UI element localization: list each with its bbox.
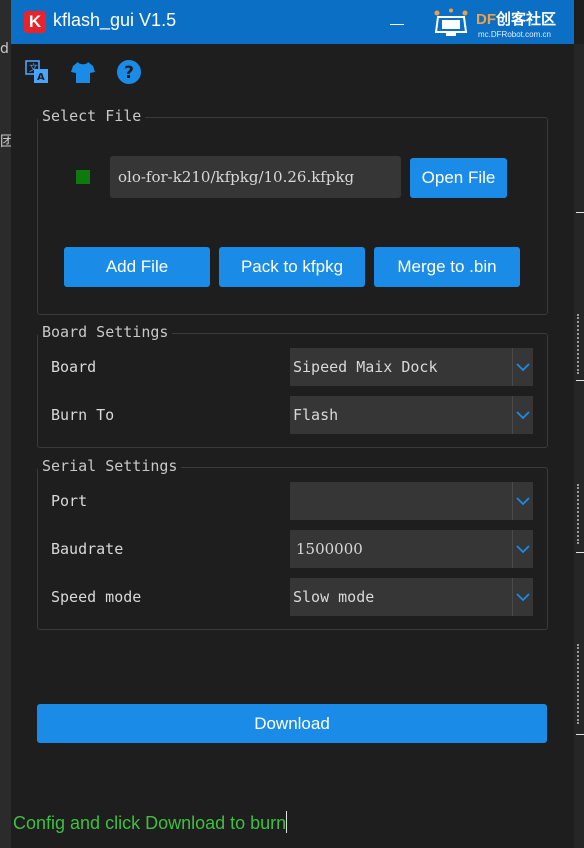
baudrate-select-value: 1500000 [296, 540, 363, 558]
help-icon[interactable]: ? [115, 58, 143, 86]
speed-mode-select-value: Slow mode [293, 588, 375, 606]
board-settings-title: Board Settings [38, 323, 173, 341]
speed-mode-label: Speed mode [51, 588, 142, 606]
watermark-url: mc.DFRobot.com.cn [478, 30, 551, 39]
watermark-logo-icon [434, 8, 468, 36]
svg-text:A: A [37, 72, 45, 83]
file-path-field[interactable]: olo-for-k210/kfpkg/10.26.kfpkg [110, 156, 401, 198]
chevron-down-icon [512, 482, 530, 520]
download-button[interactable]: Download [37, 704, 547, 743]
svg-text:?: ? [124, 63, 134, 83]
open-file-button[interactable]: Open File [410, 158, 507, 198]
window-title: kflash_gui V1.5 [53, 10, 177, 30]
chevron-down-icon [512, 530, 530, 568]
baudrate-select[interactable]: 1500000 [290, 530, 533, 568]
port-select[interactable] [290, 482, 533, 520]
add-file-button[interactable]: Add File [64, 247, 210, 287]
merge-to-bin-button[interactable]: Merge to .bin [374, 247, 520, 287]
background-text-fragment: d [0, 41, 9, 57]
language-icon[interactable]: 文 A [23, 58, 51, 86]
status-text: Config and click Download to burn [13, 811, 288, 834]
burn-to-select-value: Flash [293, 406, 339, 424]
port-label: Port [51, 492, 88, 510]
chevron-down-icon [512, 396, 530, 434]
watermark-brand-prefix: DF [476, 11, 496, 28]
burn-to-select[interactable]: Flash [290, 396, 533, 434]
minimize-button[interactable] [386, 14, 410, 32]
status-message: Config and click Download to burn [13, 813, 287, 833]
board-select[interactable]: Sipeed Maix Dock [290, 348, 533, 386]
speed-mode-select[interactable]: Slow mode [290, 578, 533, 616]
baudrate-label: Baudrate [51, 540, 124, 558]
watermark-brand: DF创客社区 [476, 8, 556, 29]
app-icon: K [24, 11, 46, 33]
watermark-brand-suffix: 创客社区 [496, 11, 557, 28]
background-window-edge-right [574, 44, 584, 848]
chevron-down-icon [512, 348, 530, 386]
serial-settings-title: Serial Settings [38, 457, 182, 475]
title-bar: K kflash_gui V1.5 DF创客社区 mc.DFRobot.com.… [11, 0, 574, 44]
pack-to-kfpkg-button[interactable]: Pack to kfpkg [219, 247, 365, 287]
kflash-window: K kflash_gui V1.5 DF创客社区 mc.DFRobot.com.… [11, 0, 574, 848]
board-select-value: Sipeed Maix Dock [293, 358, 438, 376]
skin-icon[interactable] [69, 58, 97, 86]
chevron-down-icon [512, 578, 530, 616]
burn-to-label: Burn To [51, 406, 115, 424]
watermark: DF创客社区 mc.DFRobot.com.cn [431, 4, 574, 44]
board-label: Board [51, 358, 97, 376]
select-file-title: Select File [38, 107, 146, 125]
text-cursor [286, 811, 288, 833]
file-status-indicator [76, 170, 90, 184]
